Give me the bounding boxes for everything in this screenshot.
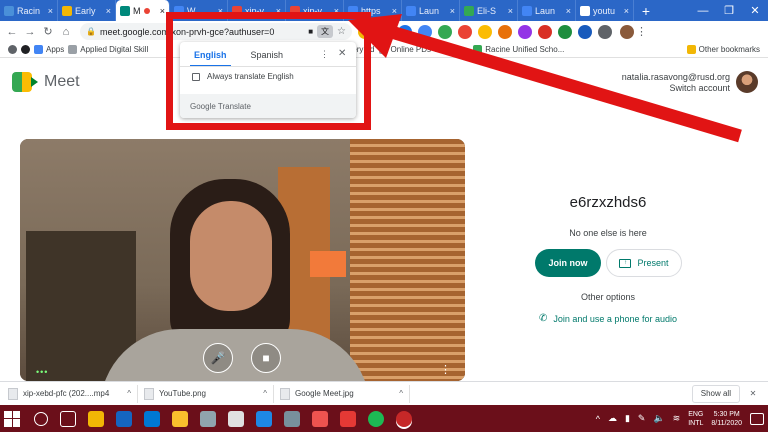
close-icon[interactable]: ✕ xyxy=(746,389,760,398)
present-icon: ↑ xyxy=(619,258,632,268)
tab-favicon xyxy=(62,5,72,16)
join-now-button[interactable]: Join now xyxy=(535,249,601,277)
present-button[interactable]: ↑ Present xyxy=(606,249,682,277)
microphone-icon: 🎤 xyxy=(210,351,226,365)
onedrive-icon[interactable]: ☁ xyxy=(608,413,617,424)
app-im-icon[interactable] xyxy=(228,410,244,427)
globe-icon xyxy=(21,45,30,54)
windows-start-icon[interactable] xyxy=(4,410,20,427)
video-blinds xyxy=(350,139,465,381)
app-icon[interactable] xyxy=(312,410,328,427)
close-icon[interactable]: × xyxy=(160,6,165,16)
bookmark-circle[interactable] xyxy=(21,45,30,54)
annotation-arrow xyxy=(348,14,742,143)
gear-icon xyxy=(8,45,17,54)
phone-audio-link[interactable]: ✆ Join and use a phone for audio xyxy=(539,313,677,324)
google-icon xyxy=(68,45,78,54)
store-icon[interactable] xyxy=(144,410,160,427)
volume-icon[interactable]: 🔈 xyxy=(653,413,664,424)
clock-time: 5:30 PM xyxy=(713,410,740,418)
arrow-shaft xyxy=(376,21,742,143)
chevron-up-icon[interactable]: ^ xyxy=(127,389,131,398)
tab-2[interactable]: M × xyxy=(116,0,170,21)
camera-button[interactable]: ■ xyxy=(251,343,281,373)
tab-label: Racin xyxy=(17,5,41,16)
image-file-icon xyxy=(144,387,154,400)
forward-icon[interactable]: → xyxy=(22,26,38,38)
microphone-button[interactable]: 🎤 xyxy=(203,343,233,373)
video-lamp xyxy=(310,251,346,277)
tab-1[interactable]: Early × xyxy=(58,0,116,21)
chevron-up-icon[interactable]: ^ xyxy=(399,389,403,398)
clock[interactable]: 5:30 PM 8/11/2020 xyxy=(711,410,742,428)
pen-icon[interactable]: ✎ xyxy=(638,413,646,424)
system-tray: ^ ☁ ▮ ✎ 🔈 ≋ ENG INTL 5:30 PM 8/11/2020 xyxy=(596,410,764,428)
download-item[interactable]: xip-xebd-pfc (202....mp4 ^ xyxy=(8,384,138,403)
bookmark-apps[interactable]: Apps xyxy=(34,45,64,54)
lang-line1: ENG xyxy=(688,410,704,418)
file-explorer-icon[interactable] xyxy=(88,410,104,427)
download-name: Google Meet.jpg xyxy=(295,389,354,398)
audio-level-icon: ••• xyxy=(36,367,49,377)
task-view-icon[interactable] xyxy=(60,410,76,427)
bookmark-settings[interactable] xyxy=(8,45,17,54)
sticky-notes-icon[interactable] xyxy=(172,410,188,427)
close-icon[interactable]: × xyxy=(48,6,53,16)
download-name: xip-xebd-pfc (202....mp4 xyxy=(23,389,110,398)
present-label: Present xyxy=(637,258,669,268)
apps-icon xyxy=(34,45,43,54)
downloads-bar: xip-xebd-pfc (202....mp4 ^ YouTube.png ^… xyxy=(0,381,768,405)
mail-icon[interactable] xyxy=(340,410,356,427)
lock-icon[interactable]: 🔒 xyxy=(86,27,96,36)
tab-favicon xyxy=(4,5,14,16)
home-icon[interactable]: ⌂ xyxy=(58,26,74,38)
phone-audio-label: Join and use a phone for audio xyxy=(553,313,677,324)
camera-icon: ■ xyxy=(262,351,270,365)
video-preview: 🎤 ■ ••• ⋮ xyxy=(20,139,465,381)
file-icon xyxy=(8,387,18,400)
reload-icon[interactable]: ↻ xyxy=(40,25,56,38)
chevron-up-icon[interactable]: ^ xyxy=(263,389,267,398)
word-icon[interactable] xyxy=(256,410,272,427)
download-item[interactable]: Google Meet.jpg ^ xyxy=(280,384,410,403)
tab-0[interactable]: Racin × xyxy=(0,0,58,21)
search-icon[interactable] xyxy=(34,411,48,426)
windows-taskbar: ^ ☁ ▮ ✎ 🔈 ≋ ENG INTL 5:30 PM 8/11/2020 xyxy=(0,405,768,432)
notification-icon[interactable] xyxy=(750,412,764,425)
phone-icon: ✆ xyxy=(539,313,548,324)
tab-label: Early xyxy=(75,5,96,16)
arrow-head xyxy=(348,14,402,58)
meet-logo[interactable]: Meet xyxy=(12,72,80,92)
tab-label: M xyxy=(133,5,141,16)
video-person-face xyxy=(190,201,272,311)
meet-title: Meet xyxy=(44,73,80,90)
no-one-here-text: No one else is here xyxy=(569,228,647,238)
recording-dot-icon xyxy=(143,7,150,14)
bookmark-label: Apps xyxy=(46,45,65,54)
close-icon[interactable]: × xyxy=(106,6,111,16)
network-icon[interactable]: ▮ xyxy=(625,413,630,424)
show-all-button[interactable]: Show all xyxy=(691,384,740,403)
meeting-code: e6rzxzhds6 xyxy=(569,194,647,211)
app-icon[interactable] xyxy=(200,410,216,427)
app-s-icon[interactable] xyxy=(116,410,132,427)
tab-favicon xyxy=(120,5,130,16)
back-icon[interactable]: ← xyxy=(4,26,20,38)
spotify-icon[interactable] xyxy=(368,410,384,427)
image-file-icon xyxy=(280,387,290,400)
bookmark-applied-digital[interactable]: Applied Digital Skill xyxy=(68,45,148,54)
clock-date: 8/11/2020 xyxy=(711,419,742,427)
download-item[interactable]: YouTube.png ^ xyxy=(144,384,274,403)
chevron-up-icon[interactable]: ^ xyxy=(596,414,600,424)
bookmark-label: Applied Digital Skill xyxy=(80,45,149,54)
app-icon[interactable] xyxy=(284,410,300,427)
download-name: YouTube.png xyxy=(159,389,207,398)
more-options-icon[interactable]: ⋮ xyxy=(440,363,451,376)
lang-line2: INTL xyxy=(688,419,704,427)
wifi-icon[interactable]: ≋ xyxy=(673,413,681,424)
language-indicator[interactable]: ENG INTL xyxy=(688,410,703,428)
meet-logo-icon xyxy=(12,72,38,92)
chrome-icon[interactable] xyxy=(396,410,412,427)
other-options-label: Other options xyxy=(580,292,636,302)
